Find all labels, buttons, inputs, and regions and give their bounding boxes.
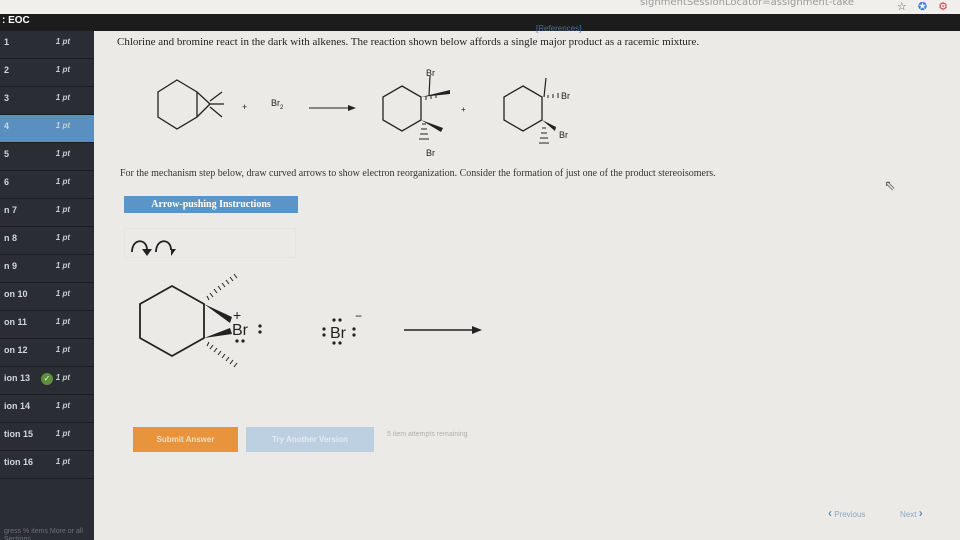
next-button[interactable]: Next › <box>900 506 923 520</box>
reaction-scheme: + Br2 Br Br + Br Br <box>157 68 570 158</box>
question-points: 1 pt <box>55 401 70 410</box>
sidebar-question-item[interactable]: ion 14 1 pt <box>0 395 94 423</box>
negative-charge: − <box>355 309 362 323</box>
sidebar-question-item[interactable]: n 9 1 pt <box>0 255 94 283</box>
bromine-label: Br <box>426 68 435 78</box>
sidebar-question-item[interactable]: 5 1 pt <box>0 143 94 171</box>
previous-label: Previous <box>834 510 866 519</box>
previous-button[interactable]: ‹ Previous <box>828 506 865 520</box>
question-number: 5 <box>4 149 10 159</box>
question-points: 1 pt <box>55 373 70 382</box>
question-sidebar: 11 pt 2 1 pt 3 1 pt 4 1 pt 5 1 pt 6 1 pt n 71 pt n 8… <box>0 31 94 540</box>
bromonium-ion: Br + <box>139 273 262 368</box>
question-number: 4 <box>4 121 10 131</box>
bromine-label: Br <box>561 91 570 101</box>
sidebar-question-item[interactable]: n 8 1 pt <box>0 227 94 255</box>
question-number: n 9 <box>4 261 18 271</box>
question-number: on 11 <box>4 317 28 327</box>
question-points: 1 pt <box>55 177 70 186</box>
browser-icons: ☆ ✪ ⚙ <box>889 0 948 13</box>
submit-answer-button[interactable]: Submit Answer <box>133 427 238 452</box>
bromine-label: Br <box>426 148 435 158</box>
sidebar-question-item[interactable]: 6 1 pt <box>0 171 94 199</box>
question-number: 1 <box>4 37 10 47</box>
bromine-reagent: Br2 <box>271 98 284 111</box>
question-points: 1 pt <box>55 93 70 102</box>
question-points: 1 pt <box>55 37 70 46</box>
question-points: 1 pt <box>55 289 70 298</box>
mouse-cursor-icon: ⇖ <box>884 177 896 193</box>
bromine-label: Br <box>559 130 568 140</box>
account-icon[interactable]: ⚙ <box>938 1 948 13</box>
extension-icon[interactable]: ✪ <box>918 1 927 13</box>
question-intro: Chlorine and bromine react in the dark w… <box>117 36 700 48</box>
sidebar-question-item[interactable]: 4 1 pt <box>0 115 94 143</box>
question-number: 2 <box>4 65 10 75</box>
sidebar-question-item[interactable]: on 12 1 pt <box>0 339 94 367</box>
question-number: 3 <box>4 93 10 103</box>
sidebar-question-item[interactable]: 2 1 pt <box>0 59 94 87</box>
question-points: 1 pt <box>55 205 70 214</box>
question-number: tion 16 <box>4 457 34 467</box>
positive-charge: + <box>233 307 241 323</box>
sidebar-question-item[interactable]: on 11 1 pt <box>0 311 94 339</box>
bromonium-br-label: Br <box>232 322 249 339</box>
try-another-version-button[interactable]: Try Another Version <box>246 427 374 452</box>
sidebar-footer: gress % items More or all Sections <box>4 528 83 540</box>
mechanism-canvas[interactable]: Br + Br − <box>120 262 500 382</box>
trans-dibromide-product-2: Br Br <box>503 77 570 144</box>
sidebar-question-item[interactable]: n 7 1 pt <box>0 199 94 227</box>
check-icon: ✓ <box>41 373 53 385</box>
trans-dibromide-product-1: Br Br <box>382 68 450 158</box>
question-number: n 8 <box>4 233 18 243</box>
attempts-remaining: 5 item attempts remaining <box>387 431 468 438</box>
plus-sign: + <box>242 102 247 112</box>
question-points: 1 pt <box>55 121 70 130</box>
plus-sign: + <box>461 105 466 114</box>
question-number: on 10 <box>4 289 28 299</box>
next-label: Next <box>900 510 917 519</box>
methylenecyclohexane <box>157 79 224 130</box>
question-points: 1 pt <box>55 317 70 326</box>
question-number: tion 15 <box>4 429 34 439</box>
assignment-title: : EOC <box>2 15 30 26</box>
question-points: 1 pt <box>55 345 70 354</box>
url-text: signmentSessionLocator=assignment-take <box>640 0 855 8</box>
sidebar-question-item[interactable]: tion 16 1 pt <box>0 451 94 479</box>
question-number: 6 <box>4 177 10 187</box>
double-headed-arrow-tool-icon[interactable] <box>129 232 153 256</box>
sidebar-question-item[interactable]: 1 1 pt <box>0 31 94 59</box>
star-icon[interactable]: ☆ <box>897 1 907 13</box>
bromide-br-label: Br <box>330 325 347 342</box>
question-points: 1 pt <box>55 429 70 438</box>
reaction-arrowhead <box>348 105 356 111</box>
sidebar-question-item[interactable]: ion 13 ✓ 1 pt <box>0 367 94 395</box>
arrow-toolbar <box>124 228 296 258</box>
question-points: 1 pt <box>55 233 70 242</box>
question-number: on 12 <box>4 345 28 355</box>
arrow-pushing-instructions-button[interactable]: Arrow-pushing Instructions <box>124 196 298 213</box>
assignment-header: : EOC <box>0 14 960 31</box>
sidebar-question-item[interactable]: tion 15 1 pt <box>0 423 94 451</box>
question-points: 1 pt <box>55 149 70 158</box>
mechanism-prompt: For the mechanism step below, draw curve… <box>120 168 716 179</box>
single-headed-arrow-tool-icon[interactable] <box>153 232 177 256</box>
question-points: 1 pt <box>55 65 70 74</box>
bromide-ion: Br − <box>322 309 362 345</box>
question-number: ion 13 <box>4 373 31 383</box>
references-link[interactable]: [References] <box>536 24 581 33</box>
sidebar-question-item[interactable]: on 10 1 pt <box>0 283 94 311</box>
question-number: n 7 <box>4 205 18 215</box>
mechanism-arrowhead <box>472 326 482 334</box>
sidebar-question-item[interactable]: 3 1 pt <box>0 87 94 115</box>
question-points: 1 pt <box>55 261 70 270</box>
chevron-left-icon: ‹ <box>828 506 832 520</box>
browser-top-strip: signmentSessionLocator=assignment-take ☆… <box>0 0 960 14</box>
question-number: ion 14 <box>4 401 31 411</box>
question-points: 1 pt <box>55 457 70 466</box>
chevron-right-icon: › <box>918 506 923 520</box>
